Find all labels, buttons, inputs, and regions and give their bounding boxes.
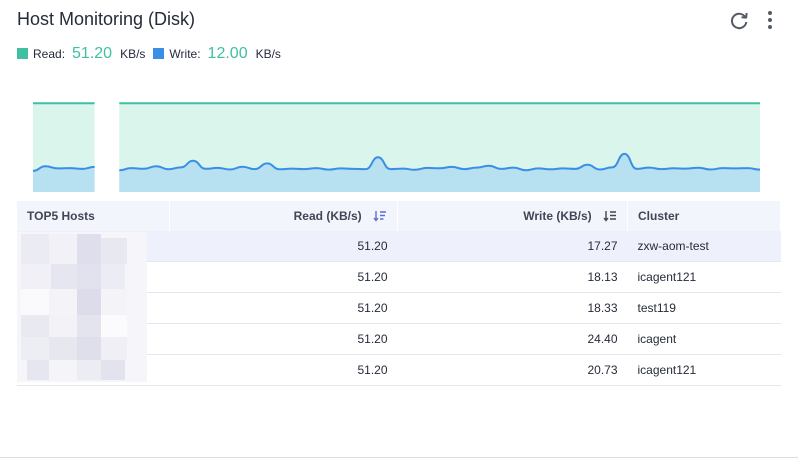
write-cell: 24.40 [397, 323, 628, 355]
read-cell: 51.20 [169, 354, 398, 386]
cluster-cell: icagent121 [627, 261, 781, 293]
disk-monitoring-panel: Host Monitoring (Disk) Read: 51.20 KB/s … [0, 0, 798, 458]
write-header-label: Write (KB/s) [523, 209, 592, 223]
write-legend-value: 12.00 [207, 45, 248, 62]
cluster-cell: icagent [627, 323, 781, 355]
write-cell: 18.13 [397, 261, 628, 293]
write-cell: 17.27 [397, 231, 628, 262]
read-legend-label: Read: [33, 47, 66, 61]
cluster-cell: zxw-aom-test [627, 231, 781, 262]
write-column-header[interactable]: Write (KB/s) [397, 201, 628, 231]
sort-descending-icon[interactable] [603, 210, 617, 222]
read-cell: 51.20 [169, 261, 398, 293]
write-cell: 20.73 [397, 354, 628, 386]
read-legend-unit: KB/s [120, 47, 146, 61]
panel-bottom-border [0, 457, 798, 458]
redacted-host-names [17, 232, 147, 382]
panel-title: Host Monitoring (Disk) [17, 9, 196, 29]
write-cell: 18.33 [397, 292, 628, 324]
chart-legend: Read: 51.20 KB/s Write: 12.00 KB/s [17, 45, 289, 67]
write-legend-unit: KB/s [255, 47, 281, 61]
read-cell: 51.20 [169, 292, 398, 324]
disk-io-chart [32, 102, 761, 192]
table-header-row: TOP5 Hosts Read (KB/s) Write (KB/s) Clus [17, 201, 781, 231]
refresh-icon[interactable] [728, 10, 750, 32]
cluster-column-header: Cluster [627, 201, 781, 231]
sort-descending-icon[interactable] [373, 210, 387, 222]
write-legend-swatch [153, 48, 165, 59]
more-vertical-icon[interactable] [760, 9, 780, 33]
read-cell: 51.20 [169, 231, 398, 262]
read-legend-swatch [17, 48, 28, 59]
read-cell: 51.20 [169, 323, 398, 355]
read-header-label: Read (KB/s) [293, 209, 362, 223]
write-legend-label: Write: [169, 47, 201, 61]
cluster-cell: icagent121 [627, 354, 781, 386]
write-series-area [33, 166, 95, 192]
read-column-header[interactable]: Read (KB/s) [169, 201, 398, 231]
read-legend-value: 51.20 [72, 45, 113, 62]
cluster-cell: test119 [627, 292, 781, 324]
host-column-header: TOP5 Hosts [17, 201, 170, 231]
